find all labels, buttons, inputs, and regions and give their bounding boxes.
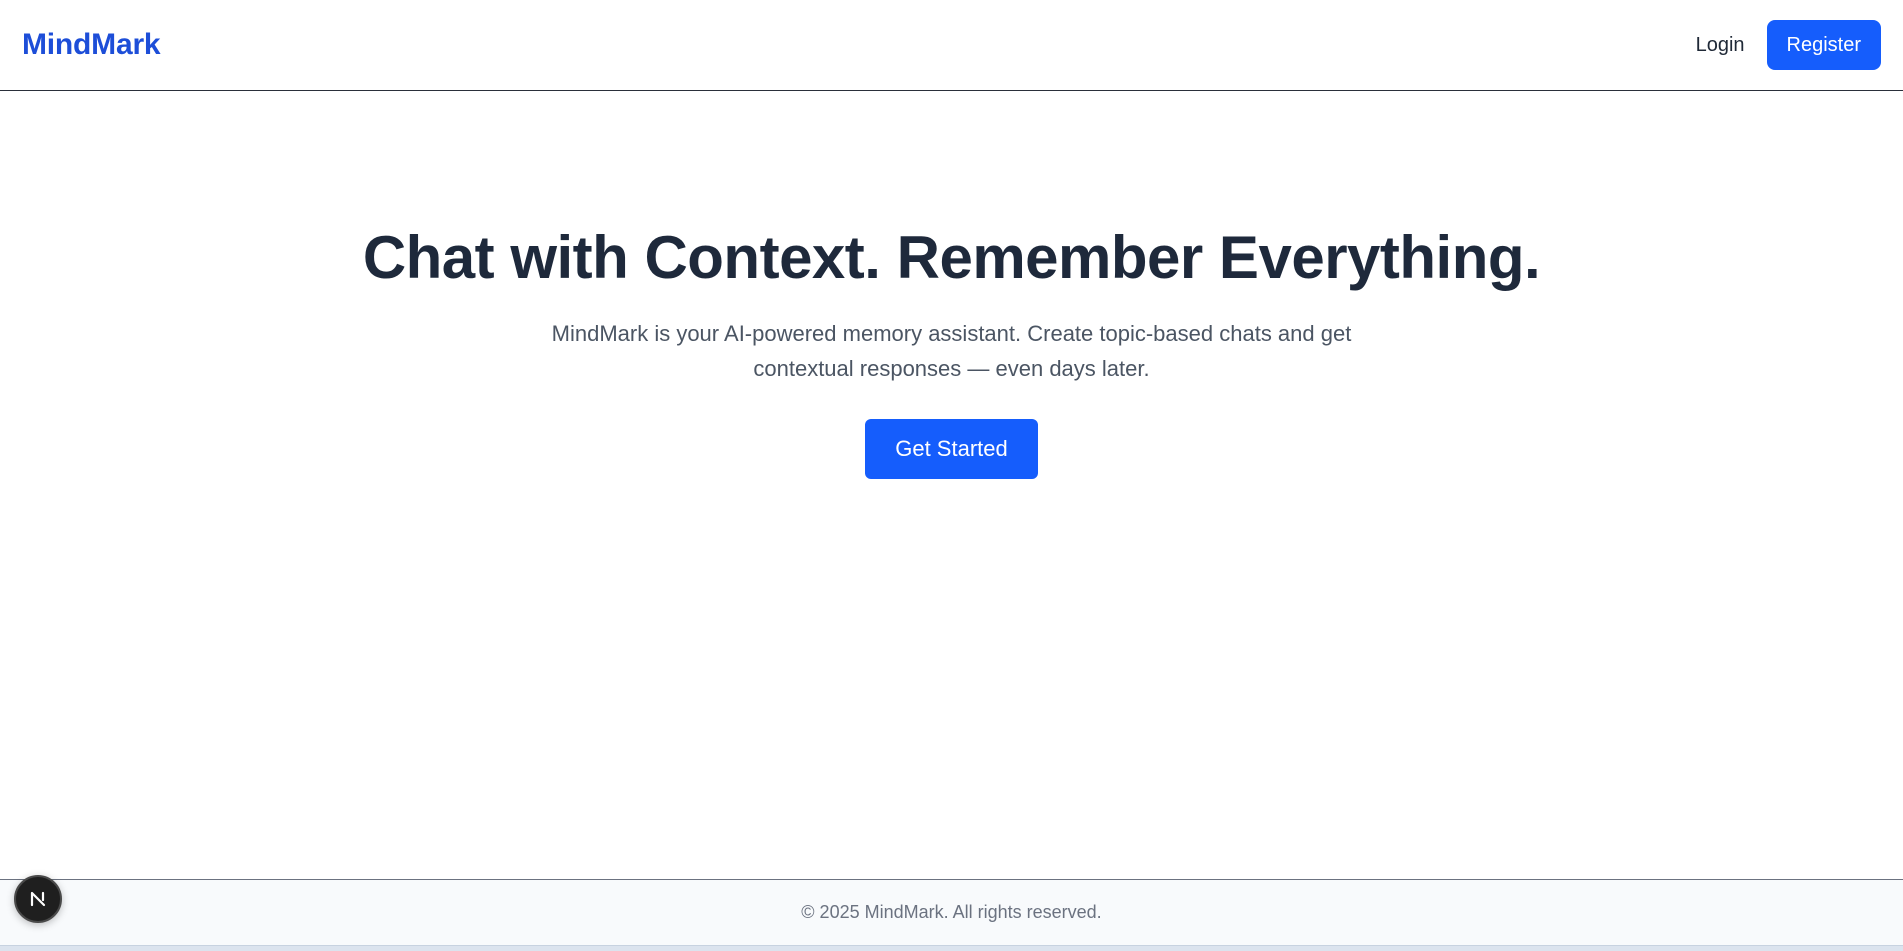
hero-section: Chat with Context. Remember Everything. … <box>0 91 1903 479</box>
page-footer: © 2025 MindMark. All rights reserved. <box>0 879 1903 945</box>
get-started-button[interactable]: Get Started <box>865 419 1038 479</box>
register-button[interactable]: Register <box>1766 20 1881 70</box>
hero-subtitle: MindMark is your AI-powered memory assis… <box>551 321 1352 381</box>
brand-logo[interactable]: MindMark <box>22 28 161 62</box>
nextjs-dev-indicator[interactable] <box>14 875 62 923</box>
nextjs-logo-icon <box>30 891 46 907</box>
nav-actions: Login Register <box>1694 20 1881 70</box>
footer-copyright: © 2025 MindMark. All rights reserved. <box>801 902 1102 922</box>
hero-title: Chat with Context. Remember Everything. <box>362 224 1541 291</box>
login-link[interactable]: Login <box>1694 28 1747 63</box>
bottom-strip <box>0 945 1903 951</box>
top-navbar: MindMark Login Register <box>0 0 1903 91</box>
